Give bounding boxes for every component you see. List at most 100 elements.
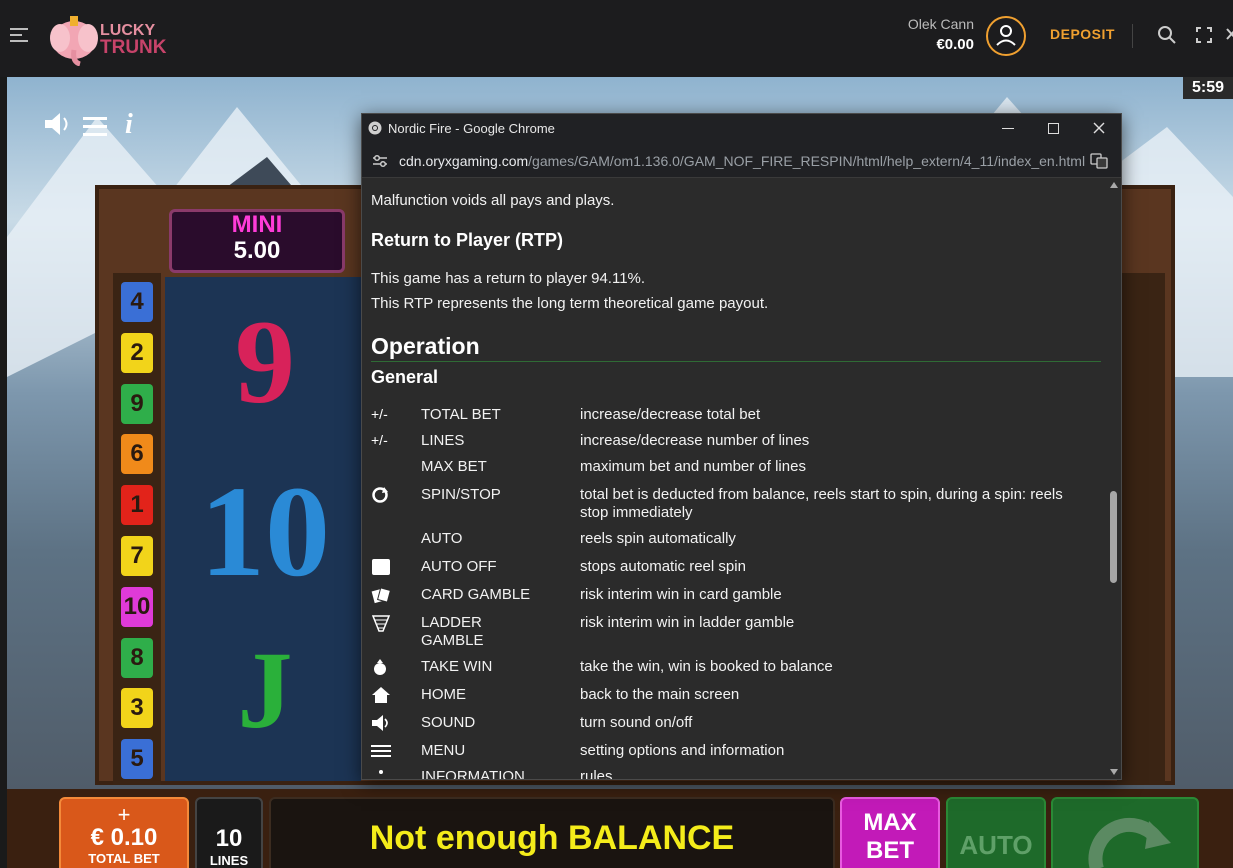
scroll-up-icon[interactable]	[1110, 182, 1118, 188]
jackpot-value: 5.00	[233, 237, 281, 264]
line-number-column-right	[1117, 273, 1165, 785]
site-info-icon[interactable]	[372, 154, 388, 168]
blank-icon	[371, 530, 391, 548]
help-row-description: increase/decrease number of lines	[580, 432, 810, 449]
rtp-line1: This game has a return to player 94.11%.	[371, 270, 646, 287]
plus-minus-label: +/-	[371, 406, 388, 422]
malfunction-text: Malfunction voids all pays and plays.	[371, 192, 615, 209]
line-badge: 5	[121, 739, 153, 780]
url-host: cdn.oryxgaming.com	[399, 153, 529, 169]
game-message: Not enough BALANCE	[269, 797, 835, 868]
close-game-icon[interactable]	[1226, 27, 1233, 43]
help-row-description: stops automatic reel spin	[580, 558, 746, 575]
take-win-icon	[371, 658, 391, 676]
line-badge: 1	[121, 485, 153, 526]
help-row-description: maximum bet and number of lines	[580, 458, 806, 475]
line-badge: 4	[121, 282, 153, 322]
line-badge: 8	[121, 637, 153, 678]
help-row-name: MAX BET	[421, 458, 487, 475]
address-bar[interactable]: cdn.oryxgaming.com/games/GAM/om1.136.0/G…	[362, 144, 1121, 178]
window-title: Nordic Fire - Google Chrome	[388, 121, 555, 136]
scroll-thumb[interactable]	[1110, 491, 1117, 584]
window-close-icon[interactable]	[1093, 122, 1105, 134]
popup-scrollbar[interactable]	[1106, 178, 1121, 779]
site-header: LUCKY TRUNK Olek Cann €0.00 DEPOSIT	[0, 0, 1233, 77]
total-bet-button[interactable]: + € 0.10 TOTAL BET	[59, 797, 189, 868]
help-row-description: increase/decrease total bet	[580, 406, 761, 423]
help-row-description: setting options and information	[580, 742, 785, 759]
help-popup-window[interactable]: Nordic Fire - Google Chrome cdn.oryxgami…	[361, 113, 1122, 780]
line-badge: 6	[121, 434, 153, 475]
max-bet-button[interactable]: MAX BET	[840, 797, 940, 868]
help-row-name: HOME	[421, 686, 466, 703]
help-row-description: rules	[580, 768, 613, 779]
card-gamble-icon	[371, 586, 391, 604]
home-icon	[371, 686, 391, 704]
fullscreen-icon[interactable]	[1196, 27, 1212, 43]
lines-value: 10	[215, 825, 243, 852]
rtp-heading: Return to Player (RTP)	[371, 230, 564, 250]
help-row-description: turn sound on/off	[580, 714, 693, 731]
line-badge: 7	[121, 536, 153, 576]
spin-arrows-icon	[1088, 818, 1171, 868]
help-row-description: risk interim win in card gamble	[580, 586, 782, 603]
plus-icon: +	[117, 802, 131, 827]
mini-jackpot: MINI 5.00	[169, 209, 345, 273]
line-badge: 10	[121, 586, 153, 627]
line-badge: 9	[121, 383, 153, 424]
menu-lines-icon	[371, 742, 391, 760]
help-row-description: reels spin automatically	[580, 530, 736, 547]
lucky-trunk-logo[interactable]: LUCKY TRUNK	[48, 10, 167, 67]
user-name: Olek Cann	[907, 16, 974, 32]
help-row-name: SOUND	[421, 714, 476, 731]
ladder-gamble-icon	[371, 614, 391, 632]
help-row-name: AUTO OFF	[421, 558, 497, 575]
clock: 5:59	[1183, 77, 1233, 99]
information-icon	[371, 768, 391, 779]
maximize-icon[interactable]	[1048, 123, 1059, 134]
scroll-down-icon[interactable]	[1110, 769, 1118, 775]
minimize-icon[interactable]	[1002, 128, 1014, 129]
header-divider	[1132, 24, 1133, 48]
operation-heading: Operation	[371, 333, 480, 359]
sound-icon	[371, 714, 391, 732]
help-row-name: LADDER GAMBLE	[421, 614, 484, 649]
plus-minus-label: +/-	[371, 432, 388, 448]
lines-label: LINES	[209, 853, 249, 868]
general-heading: General	[371, 367, 439, 387]
user-avatar[interactable]	[986, 16, 1026, 56]
url-text[interactable]: cdn.oryxgaming.com/games/GAM/om1.136.0/G…	[399, 153, 1085, 169]
help-row-name: INFORMATION	[421, 768, 525, 779]
help-row-description: total bet is deducted from balance, reel…	[580, 486, 1063, 521]
user-balance: €0.00	[936, 36, 974, 53]
help-row-description: back to the main screen	[580, 686, 740, 703]
game-menu-button[interactable]	[83, 117, 107, 136]
logo-line2: TRUNK	[100, 37, 167, 58]
help-row-description: take the win, win is booked to balance	[580, 658, 833, 675]
line-badge: 3	[121, 688, 153, 729]
help-row-name: TOTAL BET	[421, 406, 501, 423]
line-badge: 2	[121, 332, 153, 373]
translate-icon[interactable]	[1090, 152, 1108, 170]
url-path: /games/GAM/om1.136.0/GAM_NOF_FIRE_RESPIN…	[528, 153, 1086, 169]
help-row-name: TAKE WIN	[421, 658, 493, 675]
spin-button[interactable]	[1051, 797, 1199, 868]
lines-button[interactable]: 10 LINES	[195, 797, 263, 868]
search-icon[interactable]	[1158, 26, 1176, 44]
deposit-button[interactable]: DEPOSIT	[1050, 26, 1115, 42]
info-icon[interactable]: i	[125, 109, 133, 141]
help-row-name: CARD GAMBLE	[421, 586, 531, 603]
user-icon	[996, 25, 1016, 46]
reel-symbol-9: 9	[235, 295, 295, 428]
help-row-description: risk interim win in ladder gamble	[580, 614, 795, 631]
game-sound-button[interactable]	[43, 109, 73, 139]
auto-off-icon	[371, 558, 391, 576]
reel-symbol-10: 10	[200, 460, 330, 604]
total-bet-label: TOTAL BET	[88, 851, 160, 866]
auto-button[interactable]: AUTO	[946, 797, 1046, 868]
menu-icon[interactable]	[10, 28, 28, 42]
window-titlebar[interactable]: Nordic Fire - Google Chrome	[362, 114, 1121, 144]
total-bet-value: € 0.10	[90, 824, 158, 851]
heading-rule	[371, 361, 1101, 362]
help-content[interactable]: Malfunction voids all pays and plays. Re…	[362, 178, 1106, 779]
